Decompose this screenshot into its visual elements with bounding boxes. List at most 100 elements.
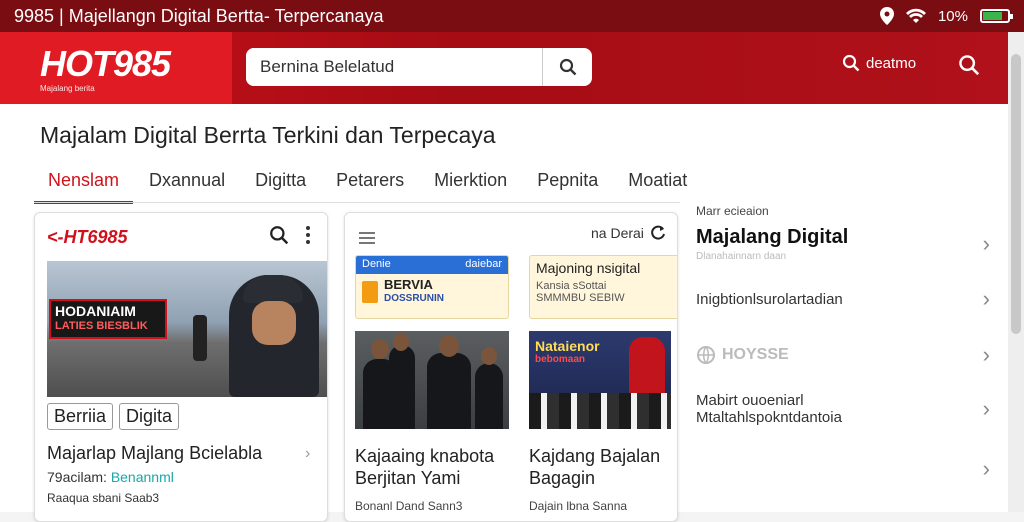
globe-icon	[697, 346, 715, 364]
overlay-line-2: LATIES BIESBLIK	[55, 320, 148, 332]
card-search-button[interactable]	[269, 225, 289, 250]
side-item-title: HOYSSE	[722, 346, 789, 363]
hamburger-icon	[359, 232, 375, 244]
person-head	[439, 335, 459, 357]
side-list-item[interactable]: Inigbtionlsurolartadian ›	[696, 286, 990, 312]
photo-overlay-text: HODANIAIM LATIES BIESBLIK	[49, 299, 167, 339]
news-card[interactable]: <-HT6985 HODANIAIM LATIES BIESBLIK Berri…	[34, 212, 328, 522]
card-footer: Raaqua sbani Saab3	[47, 491, 160, 505]
location-icon	[879, 7, 894, 25]
system-tray: 10%	[879, 7, 1013, 25]
promo-bar: Denie daiebar	[356, 256, 508, 274]
scrollbar-thumb[interactable]	[1011, 54, 1021, 334]
news-photo[interactable]	[355, 331, 509, 429]
more-options-button[interactable]	[305, 225, 311, 250]
logo-tagline: Majalang berita	[40, 84, 95, 93]
side-item-sub: Dlanahainnarn daan	[696, 251, 787, 262]
card-topright[interactable]: na Derai	[591, 225, 666, 241]
tab-item[interactable]: Dxannual	[135, 162, 239, 204]
promo-text: BERVIA DOSSRUNIN	[384, 278, 444, 306]
tab-item[interactable]: Digitta	[241, 162, 320, 204]
side-list-item[interactable]: Mabirt ouoeniarl Mtaltahlspokntdantoia ›	[696, 392, 990, 426]
side-panel-label: Marr ecieaion	[696, 204, 769, 218]
helmet-shape	[243, 275, 303, 303]
chevron-right-icon: ›	[982, 456, 990, 481]
search-button[interactable]	[542, 48, 592, 86]
card-headline[interactable]: Majarlap Majlang Bcielabla	[47, 443, 287, 464]
chevron-right-icon: ›	[982, 231, 990, 256]
side-list-item[interactable]: HOYSSE ›	[696, 342, 990, 368]
person-head	[393, 333, 409, 351]
app-header: HOT985 Majalang berita deatmo	[0, 32, 1008, 104]
tab-item[interactable]: Pepnita	[523, 162, 612, 204]
meta-highlight[interactable]: Benannml	[111, 469, 174, 485]
card-headline[interactable]: Kajdang Bajalan Bagagin	[529, 445, 677, 489]
wifi-icon	[905, 8, 926, 23]
tab-item[interactable]: Nenslam	[34, 162, 134, 204]
banner-sub: bebomaan	[535, 354, 586, 365]
search-input[interactable]	[246, 48, 542, 86]
promo-subtitle: DOSSRUNIN	[384, 293, 445, 304]
card-logo-text: HT6985	[63, 227, 128, 247]
side-item-faded: HOYSSE	[696, 345, 789, 365]
promo-title: Majoning nsigital	[536, 260, 641, 276]
promo-tile[interactable]: Majoning nsigital Kansia sSottai SMMMBU …	[529, 255, 677, 319]
scrollbar[interactable]	[1008, 32, 1024, 512]
main-content: Majalam Digital Berrta Terkini dan Terpe…	[0, 104, 1008, 522]
side-list-item[interactable]: ›	[696, 456, 990, 482]
side-item-title: Majalang Digital	[696, 226, 849, 248]
photo-banner: Nataienor bebomaan	[535, 339, 600, 367]
person-head	[371, 339, 389, 359]
tab-item[interactable]: Petarers	[322, 162, 418, 204]
header-search-label: deatmo	[866, 54, 917, 72]
menu-button[interactable]	[359, 231, 375, 249]
header-search-link[interactable]: deatmo	[842, 54, 916, 72]
promo-line: SMMMBU SEBIW	[536, 292, 625, 304]
tabs-divider	[34, 202, 680, 203]
promo-body: BERVIA DOSSRUNIN	[356, 274, 508, 310]
battery-percent: 10%	[937, 7, 968, 25]
battery-icon	[980, 9, 1013, 23]
tag-chip[interactable]: Berriia	[47, 403, 114, 430]
person-figure	[475, 363, 503, 429]
side-item-text: Mabirt ouoeniarl Mtaltahlspokntdantoia	[696, 392, 842, 426]
search-icon	[842, 54, 860, 72]
more-vertical-icon	[306, 226, 310, 244]
back-arrow-icon: <-	[47, 227, 64, 247]
tag-chip[interactable]: Digita	[119, 403, 180, 430]
crowd-figures	[529, 393, 671, 429]
news-photo[interactable]: HODANIAIM LATIES BIESBLIK	[47, 261, 327, 397]
side-list-item[interactable]: Majalang Digital Dlanahainnarn daan ›	[696, 226, 990, 262]
promo-tile[interactable]: Denie daiebar BERVIA DOSSRUNIN	[355, 255, 509, 319]
search-icon	[270, 226, 289, 245]
rider-figure	[193, 315, 207, 361]
card-footer: Bonanl Dand Sann3	[355, 499, 463, 513]
brand-logo[interactable]: HOT985 Majalang berita	[0, 32, 232, 104]
card-footer: Dajain lbna Sanna	[529, 499, 628, 513]
person-head	[481, 347, 497, 365]
tag-chips: Berriia Digita	[47, 403, 180, 430]
refresh-icon	[651, 225, 665, 240]
window-title: 9985 | Majellangn Digital Bertta- Terper…	[14, 5, 384, 26]
header-search-button[interactable]	[958, 54, 980, 81]
bookmark-icon	[362, 281, 378, 303]
chevron-right-icon[interactable]: ›	[305, 445, 310, 463]
promo-title: BERVIA	[384, 277, 433, 292]
logo-text: HOT985	[40, 43, 171, 84]
chevron-right-icon: ›	[982, 342, 990, 367]
face-shape	[252, 301, 296, 345]
tab-item[interactable]: Mierktion	[420, 162, 521, 204]
topright-label: na Derai	[591, 225, 644, 241]
card-meta: 79acilam: Benannml	[47, 469, 174, 485]
side-item-title: Mabirt ouoeniarl	[696, 392, 804, 409]
search-icon	[959, 55, 980, 76]
card-headline[interactable]: Kajaaing knabota Berjitan Yami	[355, 445, 505, 489]
side-item-text: Majalang Digital Dlanahainnarn daan	[696, 226, 848, 262]
tab-item[interactable]: Moatiat	[614, 162, 701, 204]
search-icon	[559, 58, 576, 76]
status-bar: 9985 | Majellangn Digital Bertta- Terper…	[0, 0, 1024, 32]
meta-prefix: 79acilam:	[47, 469, 107, 485]
side-item-sub: Mtaltahlspokntdantoia	[696, 409, 842, 426]
news-photo[interactable]: Nataienor bebomaan	[529, 331, 671, 429]
person-figure	[389, 345, 415, 429]
